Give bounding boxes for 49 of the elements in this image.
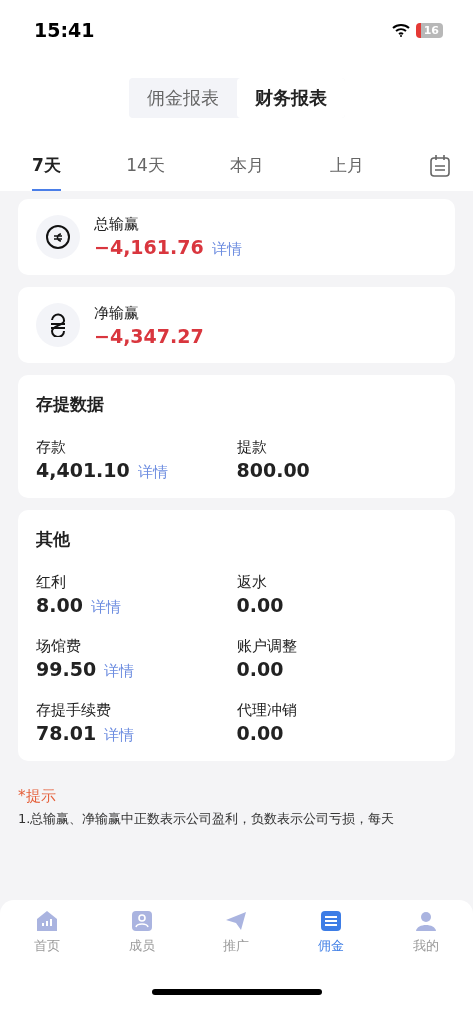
battery-level: 16: [415, 22, 443, 38]
report-tab[interactable]: 财务报表: [236, 78, 345, 118]
nav-item[interactable]: 首页: [12, 908, 83, 956]
nav-item[interactable]: 推广: [201, 908, 272, 956]
period-tab[interactable]: 本月: [230, 146, 265, 191]
item-value: 8.00: [36, 594, 83, 616]
item-label: 场馆费: [36, 637, 82, 656]
details-link[interactable]: 详情: [137, 463, 168, 482]
item-value: 78.01: [36, 722, 97, 744]
list-icon: [319, 909, 344, 933]
status-time: 15:41: [34, 19, 95, 41]
item-value: 0.00: [236, 658, 284, 680]
summary-value: −4,347.27: [94, 324, 204, 347]
user-icon: [413, 909, 438, 933]
item-label: 账户调整: [236, 637, 298, 656]
wifi-icon: [391, 23, 410, 37]
item-label: 存款: [36, 438, 67, 457]
item-label: 存提手续费: [36, 701, 112, 720]
report-tab[interactable]: 佣金报表: [128, 78, 237, 118]
period-tab[interactable]: 14天: [126, 146, 165, 191]
period-tab[interactable]: 7天: [32, 146, 61, 191]
item-label: 提款: [236, 438, 268, 457]
details-link[interactable]: 详情: [211, 240, 242, 259]
nav-item[interactable]: 佣金: [296, 908, 367, 956]
nav-item[interactable]: 成员: [106, 908, 177, 956]
details-link[interactable]: 详情: [90, 598, 121, 617]
item-label: 代理冲销: [236, 701, 298, 720]
item-value: 99.50: [36, 658, 97, 680]
coin-icon: [45, 224, 71, 250]
section-title: 其他: [36, 528, 71, 551]
home-icon: [35, 909, 60, 933]
hint-text: 1.总输赢、净输赢中正数表示公司盈利，负数表示公司亏损，每天: [18, 810, 396, 828]
item-label: 红利: [36, 573, 67, 592]
calendar-icon[interactable]: [429, 153, 451, 178]
details-link[interactable]: 详情: [104, 726, 135, 745]
details-link[interactable]: 详情: [104, 662, 135, 681]
item-value: 4,401.10: [36, 459, 130, 481]
summary-label: 净输赢: [94, 303, 140, 323]
summary-value: −4,161.76: [94, 236, 204, 258]
member-icon: [129, 909, 154, 933]
nav-item[interactable]: 我的: [390, 908, 461, 956]
item-label: 返水: [236, 573, 268, 592]
item-value: 0.00: [236, 594, 284, 616]
period-tab[interactable]: 上月: [329, 146, 364, 191]
summary-label: 总输赢: [94, 215, 140, 234]
hint-title: *提示: [18, 787, 57, 806]
item-value: 0.00: [236, 722, 284, 744]
item-value: 800.00: [236, 459, 310, 481]
section-title: 存提数据: [36, 393, 105, 416]
